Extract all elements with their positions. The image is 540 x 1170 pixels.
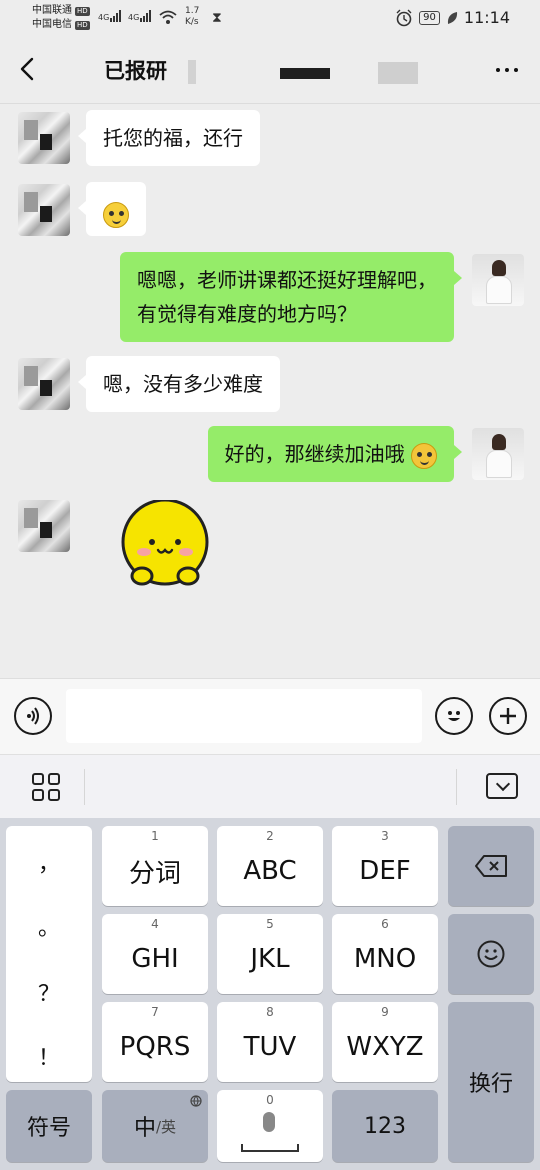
space-bar-icon: [241, 1144, 299, 1152]
thinking-emoji-icon: [411, 442, 437, 469]
status-right: 90 11:14: [395, 8, 510, 27]
back-icon[interactable]: [14, 55, 42, 83]
message-bubble[interactable]: 托您的福，还行: [78, 110, 260, 166]
numbers-key[interactable]: 123: [332, 1090, 438, 1162]
punct-comma[interactable]: ，: [6, 846, 92, 878]
backspace-icon: [475, 855, 507, 877]
message-text: 托您的福，还行: [103, 126, 243, 150]
message-bubble[interactable]: [78, 182, 146, 236]
message-text-line: 嗯嗯，老师讲课都还挺好理解吧，: [137, 268, 437, 292]
key-2[interactable]: 2 ABC: [217, 826, 323, 906]
message-text-line: 有觉得有难度的地方吗？: [137, 302, 357, 326]
keyboard-menu-icon[interactable]: [32, 773, 60, 801]
plus-button[interactable]: [489, 697, 527, 735]
hourglass-icon: ⧗: [212, 10, 222, 26]
carrier-1: 中国联通: [32, 5, 72, 16]
signal-icon-1: 4G: [98, 10, 122, 22]
contact-avatar[interactable]: [18, 500, 70, 552]
message-input[interactable]: [66, 689, 422, 743]
punct-question[interactable]: ？: [6, 976, 92, 1008]
alarm-icon: [396, 9, 412, 26]
message-bubble[interactable]: 好的，那继续加油哦: [207, 426, 463, 482]
message-bubble[interactable]: 嗯嗯，老师讲课都还挺好理解吧， 有觉得有难度的地方吗？: [120, 252, 462, 342]
blurred-name-part: [188, 60, 196, 84]
contact-avatar[interactable]: [18, 184, 70, 236]
more-menu-icon[interactable]: [496, 68, 518, 72]
message-text: 好的，那继续加油哦: [224, 442, 405, 466]
status-bar: 中国联通 HD 中国电信 HD 4G 4G 1.7 K/s ⧗ 90 11:14: [0, 0, 540, 38]
battery-indicator: 90: [419, 10, 440, 25]
globe-icon: [190, 1095, 202, 1107]
lang-main: 中: [133, 1116, 156, 1141]
signal-icon-2: 4G: [128, 10, 152, 22]
smiley-icon: [477, 940, 505, 968]
my-avatar[interactable]: [472, 428, 524, 480]
key-6[interactable]: 6 MNO: [332, 914, 438, 994]
voice-icon: [27, 707, 39, 725]
leaf-icon: [447, 11, 457, 24]
divider: [84, 769, 85, 805]
hd-badge-1: HD: [75, 6, 90, 16]
punct-period[interactable]: 。: [6, 910, 92, 942]
clock: 11:14: [463, 8, 510, 27]
key-5[interactable]: 5 JKL: [217, 914, 323, 994]
emoji-button[interactable]: [435, 697, 473, 735]
backspace-key[interactable]: [448, 826, 534, 906]
blurred-name-part: [280, 68, 330, 79]
mic-icon: [263, 1112, 275, 1132]
key-1[interactable]: 1 分词: [102, 826, 208, 906]
enter-key[interactable]: 换行: [448, 1002, 534, 1162]
blurred-name-part: [378, 62, 418, 84]
chat-header: 已报研: [0, 38, 540, 104]
keyboard: ， 。 ？ ！ 1 分词 2 ABC 3 DEF 4 GHI 5 JKL 6 MNO 7 PQ…: [0, 818, 540, 1170]
keyboard-toolbar: [0, 754, 540, 818]
sticker-cute-face-icon[interactable]: [114, 500, 216, 592]
emoji-icon: [448, 711, 460, 721]
smile-emoji-icon: [103, 201, 129, 228]
hd-badge-2: HD: [75, 20, 90, 30]
contact-avatar[interactable]: [18, 112, 70, 164]
key-3[interactable]: 3 DEF: [332, 826, 438, 906]
key-7[interactable]: 7 PQRS: [102, 1002, 208, 1082]
wifi-icon: [159, 10, 177, 24]
language-switch-key[interactable]: 中/英: [102, 1090, 208, 1162]
chat-title: 已报研: [104, 59, 167, 83]
plus-icon: [500, 708, 516, 724]
contact-avatar[interactable]: [18, 358, 70, 410]
key-8[interactable]: 8 TUV: [217, 1002, 323, 1082]
message-bubble[interactable]: 嗯，没有多少难度: [78, 356, 280, 412]
message-text: 嗯，没有多少难度: [103, 372, 263, 396]
my-avatar[interactable]: [472, 254, 524, 306]
punct-exclamation[interactable]: ！: [6, 1040, 92, 1072]
symbols-key[interactable]: 符号: [6, 1090, 92, 1162]
network-speed: 1.7 K/s: [185, 6, 200, 27]
carrier-2: 中国电信: [32, 19, 72, 30]
lang-sub: /英: [155, 1117, 177, 1136]
space-key[interactable]: 0: [217, 1090, 323, 1162]
carrier-info: 中国联通 HD 中国电信 HD: [32, 4, 90, 32]
input-bar: [0, 678, 540, 754]
hide-keyboard-icon[interactable]: [486, 773, 518, 799]
voice-button[interactable]: [14, 697, 52, 735]
punctuation-column[interactable]: ， 。 ？ ！: [6, 826, 92, 1082]
key-9[interactable]: 9 WXYZ: [332, 1002, 438, 1082]
key-4[interactable]: 4 GHI: [102, 914, 208, 994]
divider: [456, 769, 457, 805]
emoji-key[interactable]: [448, 914, 534, 994]
